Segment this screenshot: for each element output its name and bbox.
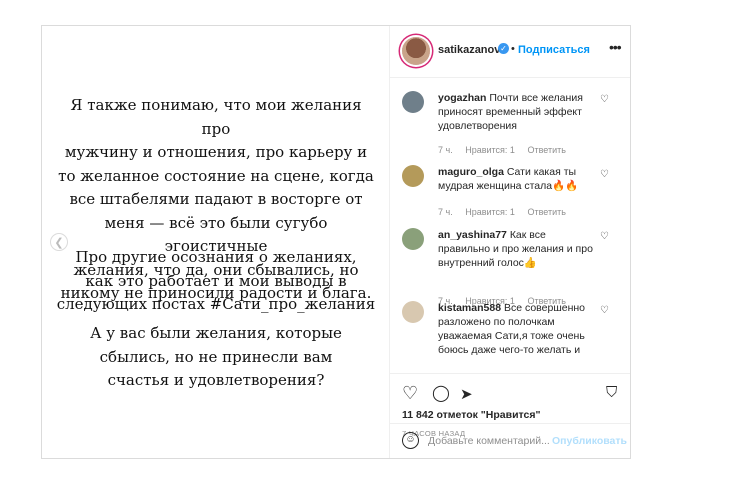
comment-meta: 7 ч. Нравится: 1 Ответить [438, 145, 576, 155]
comment-like-icon[interactable]: ♡ [600, 169, 609, 180]
image-text-line: то желанное состояние на сцене, когда [58, 166, 374, 185]
post-sidebar: satikazanova ✓ • Подписаться ••• yogazha… [390, 26, 630, 458]
add-comment-bar: ☺ Опубликовать [390, 423, 630, 459]
comment-time: 7 ч. [438, 207, 453, 217]
publish-button[interactable]: Опубликовать [552, 435, 627, 447]
image-paragraph-2: Про другие осознания о желаниях, как это… [56, 246, 376, 317]
verified-check-icon: ✓ [498, 43, 509, 54]
comment-like-icon[interactable]: ♡ [600, 231, 609, 242]
comment-text: maguro_olga Сати какая ты мудрая женщина… [438, 165, 598, 193]
commenter-avatar[interactable] [402, 165, 424, 187]
bookmark-icon[interactable]: ⛉ [606, 384, 617, 401]
commenter-avatar[interactable] [402, 301, 424, 323]
comment-icon[interactable]: ◯ [432, 383, 450, 403]
comment-input[interactable] [428, 435, 550, 447]
image-text-line: как это работает и мои выводы в [85, 271, 347, 290]
comment-text: an_yashina77 Как все правильно и про жел… [438, 228, 598, 270]
reply-button[interactable]: Ответить [527, 145, 565, 155]
comment-likes[interactable]: Нравится: 1 [465, 207, 515, 217]
share-icon[interactable]: ➤ [460, 385, 473, 403]
image-text-line: мужчину и отношения, про карьеру и [64, 143, 368, 161]
comment-likes[interactable]: Нравится: 1 [465, 145, 515, 155]
image-text-line: следующих постах #Сати_про_желания [56, 295, 376, 313]
commenter-avatar[interactable] [402, 91, 424, 113]
post-image[interactable]: ❮ Я также понимаю, что мои желания про м… [42, 26, 390, 458]
comments-list[interactable]: yogazhan Почти все желания приносят врем… [390, 78, 630, 373]
comment-text: kistaman588 Все совершенно разложено по … [438, 301, 598, 357]
reply-button[interactable]: Ответить [527, 207, 565, 217]
commenter-username[interactable]: an_yashina77 [438, 229, 507, 241]
image-text-line: А у вас были желания, которые [90, 324, 342, 342]
emoji-icon[interactable]: ☺ [402, 432, 419, 449]
image-text-line: счастья и удовлетворения? [107, 371, 325, 389]
comment-time: 7 ч. [438, 145, 453, 155]
image-text-line: сбылись, но не принесли вам [99, 347, 333, 366]
follow-button[interactable]: Подписаться [518, 44, 590, 56]
commenter-username[interactable]: maguro_olga [438, 166, 504, 178]
commenter-username[interactable]: kistaman588 [438, 302, 501, 314]
image-text-line: Про другие осознания о желаниях, [75, 248, 357, 266]
image-paragraph-3: А у вас были желания, которые сбылись, н… [56, 322, 376, 393]
post-header: satikazanova ✓ • Подписаться ••• [390, 26, 630, 78]
instagram-post: ❮ Я также понимаю, что мои желания про м… [41, 25, 631, 459]
comment-like-icon[interactable]: ♡ [600, 94, 609, 105]
author-avatar[interactable] [402, 37, 430, 65]
comment-text: yogazhan Почти все желания приносят врем… [438, 91, 598, 133]
comment-meta: 7 ч. Нравится: 1 Ответить [438, 207, 576, 217]
author-username[interactable]: satikazanova [438, 44, 506, 56]
image-text-line: все штабелями падают в восторге от [69, 190, 363, 208]
header-separator: • [511, 43, 515, 55]
comment-like-icon[interactable]: ♡ [600, 305, 609, 316]
image-text-line: Я также понимаю, что мои желания про [70, 96, 362, 138]
likes-count[interactable]: 11 842 отметок "Нравится" [402, 409, 540, 421]
commenter-avatar[interactable] [402, 228, 424, 250]
heart-icon[interactable]: ♡ [402, 383, 418, 404]
commenter-username[interactable]: yogazhan [438, 92, 486, 104]
more-dots-icon[interactable]: ••• [609, 39, 622, 55]
